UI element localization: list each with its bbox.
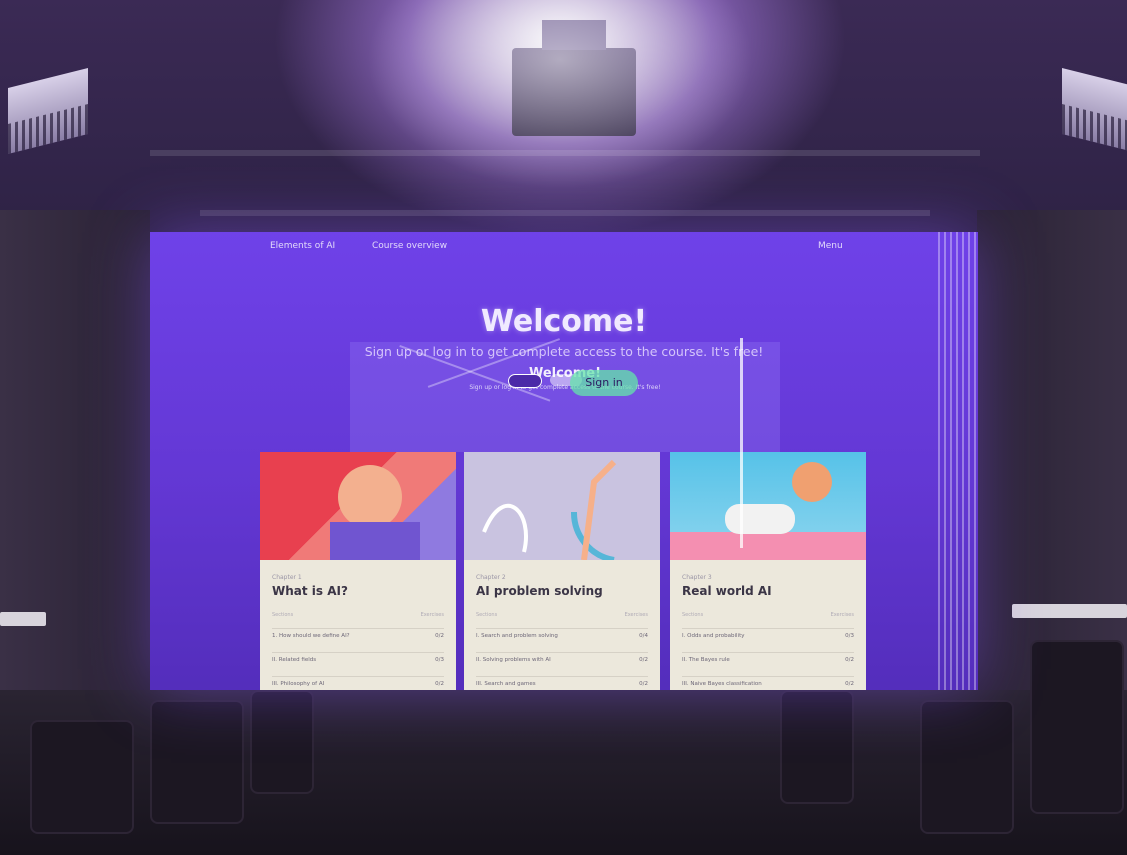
chair — [30, 720, 134, 834]
section-label: III. Philosophy of AI — [272, 681, 325, 687]
section-row[interactable]: III. Philosophy of AI 0/2 — [272, 676, 444, 687]
screen-stripes — [938, 232, 978, 690]
light-streak — [740, 338, 743, 548]
section-row[interactable]: 1. How should we define AI? 0/2 — [272, 628, 444, 639]
col-sections: Sections — [682, 612, 704, 618]
chapter-title: Real world AI — [682, 584, 772, 598]
section-label: 1. How should we define AI? — [272, 633, 350, 639]
nav-bar: Elements of AI Course overview Menu — [150, 232, 978, 262]
section-progress: 0/2 — [639, 681, 648, 687]
col-exercises: Exercises — [420, 612, 444, 618]
section-row[interactable]: III. Search and games 0/2 — [476, 676, 648, 687]
nav-course[interactable]: Course overview — [372, 241, 447, 251]
desk-right — [1012, 604, 1127, 618]
nav-brand[interactable]: Elements of AI — [270, 241, 335, 251]
section-progress: 0/3 — [435, 657, 444, 663]
desk-left — [0, 612, 46, 626]
ceiling-vent-left — [8, 68, 88, 154]
page-subtitle: Sign up or log in to get complete access… — [364, 344, 764, 359]
section-label: I. Search and problem solving — [476, 633, 558, 639]
section-row[interactable]: I. Search and problem solving 0/4 — [476, 628, 648, 639]
section-row[interactable]: III. Naive Bayes classification 0/2 — [682, 676, 854, 687]
chapter-card[interactable]: Chapter 1 What is AI? Sections Exercises … — [260, 452, 456, 690]
col-exercises: Exercises — [624, 612, 648, 618]
right-wall — [977, 210, 1127, 710]
section-label: II. Related fields — [272, 657, 317, 663]
left-wall — [0, 210, 150, 710]
chapter-label: Chapter 1 — [272, 574, 302, 581]
section-label: III. Search and games — [476, 681, 536, 687]
section-progress: 0/2 — [845, 681, 854, 687]
section-label: I. Odds and probability — [682, 633, 745, 639]
card-illustration — [464, 452, 660, 563]
section-label: II. Solving problems with AI — [476, 657, 551, 663]
section-row[interactable]: II. Related fields 0/3 — [272, 652, 444, 663]
chair — [920, 700, 1014, 834]
section-row[interactable]: II. Solving problems with AI 0/2 — [476, 652, 648, 663]
chair — [250, 690, 314, 794]
section-label: III. Naive Bayes classification — [682, 681, 762, 687]
section-progress: 0/2 — [639, 657, 648, 663]
signin-button[interactable]: Sign in — [570, 370, 638, 396]
column-header: Sections Exercises — [682, 612, 854, 618]
section-progress: 0/2 — [845, 657, 854, 663]
card-body: Chapter 1 What is AI? Sections Exercises … — [260, 560, 456, 690]
section-progress: 0/2 — [435, 633, 444, 639]
chapter-card[interactable]: Chapter 3 Real world AI Sections Exercise… — [670, 452, 866, 690]
card-illustration-art — [670, 462, 866, 560]
ceiling-beam — [150, 150, 980, 156]
card-illustration — [260, 452, 456, 560]
card-body: Chapter 3 Real world AI Sections Exercise… — [670, 560, 866, 690]
section-progress: 0/4 — [639, 633, 648, 639]
card-illustration-art — [330, 465, 420, 560]
chapter-label: Chapter 2 — [476, 574, 506, 581]
column-header: Sections Exercises — [476, 612, 648, 618]
chair — [1030, 640, 1124, 814]
chapter-title: What is AI? — [272, 584, 348, 598]
section-row[interactable]: I. Odds and probability 0/3 — [682, 628, 854, 639]
section-label: II. The Bayes rule — [682, 657, 730, 663]
ceiling-beam — [200, 210, 930, 216]
col-exercises: Exercises — [830, 612, 854, 618]
section-row[interactable]: II. The Bayes rule 0/2 — [682, 652, 854, 663]
section-progress: 0/3 — [845, 633, 854, 639]
classroom-scene: Elements of AI Course overview Menu Welc… — [0, 0, 1127, 855]
section-progress: 0/2 — [435, 681, 444, 687]
nav-menu[interactable]: Menu — [818, 241, 843, 251]
chapter-card[interactable]: Chapter 2 AI problem solving Sections Exe… — [464, 452, 660, 690]
card-body: Chapter 2 AI problem solving Sections Exe… — [464, 560, 660, 690]
ceiling-projector — [512, 20, 636, 136]
col-sections: Sections — [476, 612, 498, 618]
projected-website: Elements of AI Course overview Menu Welc… — [150, 232, 978, 690]
card-illustration — [670, 452, 866, 560]
chair — [780, 690, 854, 804]
chapter-title: AI problem solving — [476, 584, 603, 598]
column-header: Sections Exercises — [272, 612, 444, 618]
ceiling-vent-right — [1062, 68, 1127, 154]
page-title: Welcome! — [480, 304, 648, 339]
card-illustration-art — [482, 459, 617, 563]
chair — [150, 700, 244, 824]
chapter-label: Chapter 3 — [682, 574, 712, 581]
col-sections: Sections — [272, 612, 294, 618]
